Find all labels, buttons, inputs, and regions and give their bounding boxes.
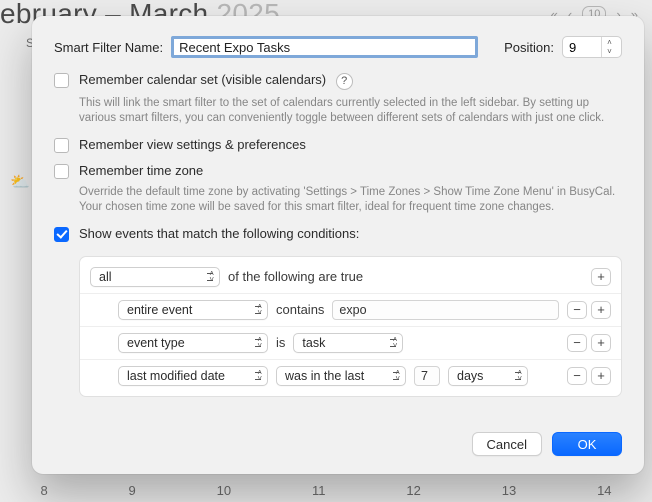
remember-calendars-desc: This will link the smart filter to the s… [79, 96, 622, 127]
show-events-label: Show events that match the following con… [79, 226, 359, 241]
conditions-panel: all ˄˅ of the following are true + entir… [79, 256, 622, 397]
add-row-button[interactable]: + [591, 367, 611, 385]
unit-select[interactable]: days ˄˅ [448, 366, 528, 386]
remove-row-button[interactable]: − [567, 334, 587, 352]
remember-tz-label: Remember time zone [79, 163, 203, 178]
remember-tz-desc: Override the default time zone by activa… [79, 185, 622, 216]
number-input[interactable] [414, 366, 440, 386]
operator-text: contains [276, 302, 324, 317]
position-label: Position: [504, 40, 554, 55]
stepper-down-icon[interactable]: ˅ [607, 47, 612, 56]
filter-name-input[interactable] [171, 36, 478, 58]
operator-text: is [276, 335, 285, 350]
remove-row-button[interactable]: − [567, 367, 587, 385]
position-value[interactable] [563, 37, 601, 57]
stepper-up-icon[interactable]: ˄ [607, 38, 612, 47]
operator-select[interactable]: was in the last ˄˅ [276, 366, 406, 386]
remember-tz-checkbox[interactable] [54, 164, 69, 179]
field-select[interactable]: last modified date ˄˅ [118, 366, 268, 386]
ok-button[interactable]: OK [552, 432, 622, 456]
weather-icon: ⛅ [10, 172, 30, 192]
filter-name-label: Smart Filter Name: [54, 40, 163, 55]
remember-calendars-label: Remember calendar set (visible calendars… [79, 72, 326, 87]
value-select[interactable]: task ˄˅ [293, 333, 403, 353]
add-row-button[interactable]: + [591, 334, 611, 352]
quantifier-trail-text: of the following are true [228, 269, 363, 284]
remember-view-checkbox[interactable] [54, 138, 69, 153]
quantifier-select[interactable]: all ˄˅ [90, 267, 220, 287]
value-input[interactable] [332, 300, 559, 320]
remember-calendars-checkbox[interactable] [54, 73, 69, 88]
field-select[interactable]: event type ˄˅ [118, 333, 268, 353]
position-stepper[interactable]: ˄ ˅ [562, 36, 622, 58]
smart-filter-dialog: Smart Filter Name: Position: ˄ ˅ Remembe… [32, 16, 644, 474]
cancel-button[interactable]: Cancel [472, 432, 542, 456]
add-row-button[interactable]: + [591, 301, 611, 319]
help-icon[interactable]: ? [336, 73, 353, 90]
add-condition-button[interactable]: + [591, 268, 611, 286]
remove-row-button[interactable]: − [567, 301, 587, 319]
remember-view-label: Remember view settings & preferences [79, 137, 306, 152]
calendar-day-numbers: 8 9 10 11 12 13 14 [0, 483, 652, 498]
field-select[interactable]: entire event ˄˅ [118, 300, 268, 320]
show-events-checkbox[interactable] [54, 227, 69, 242]
